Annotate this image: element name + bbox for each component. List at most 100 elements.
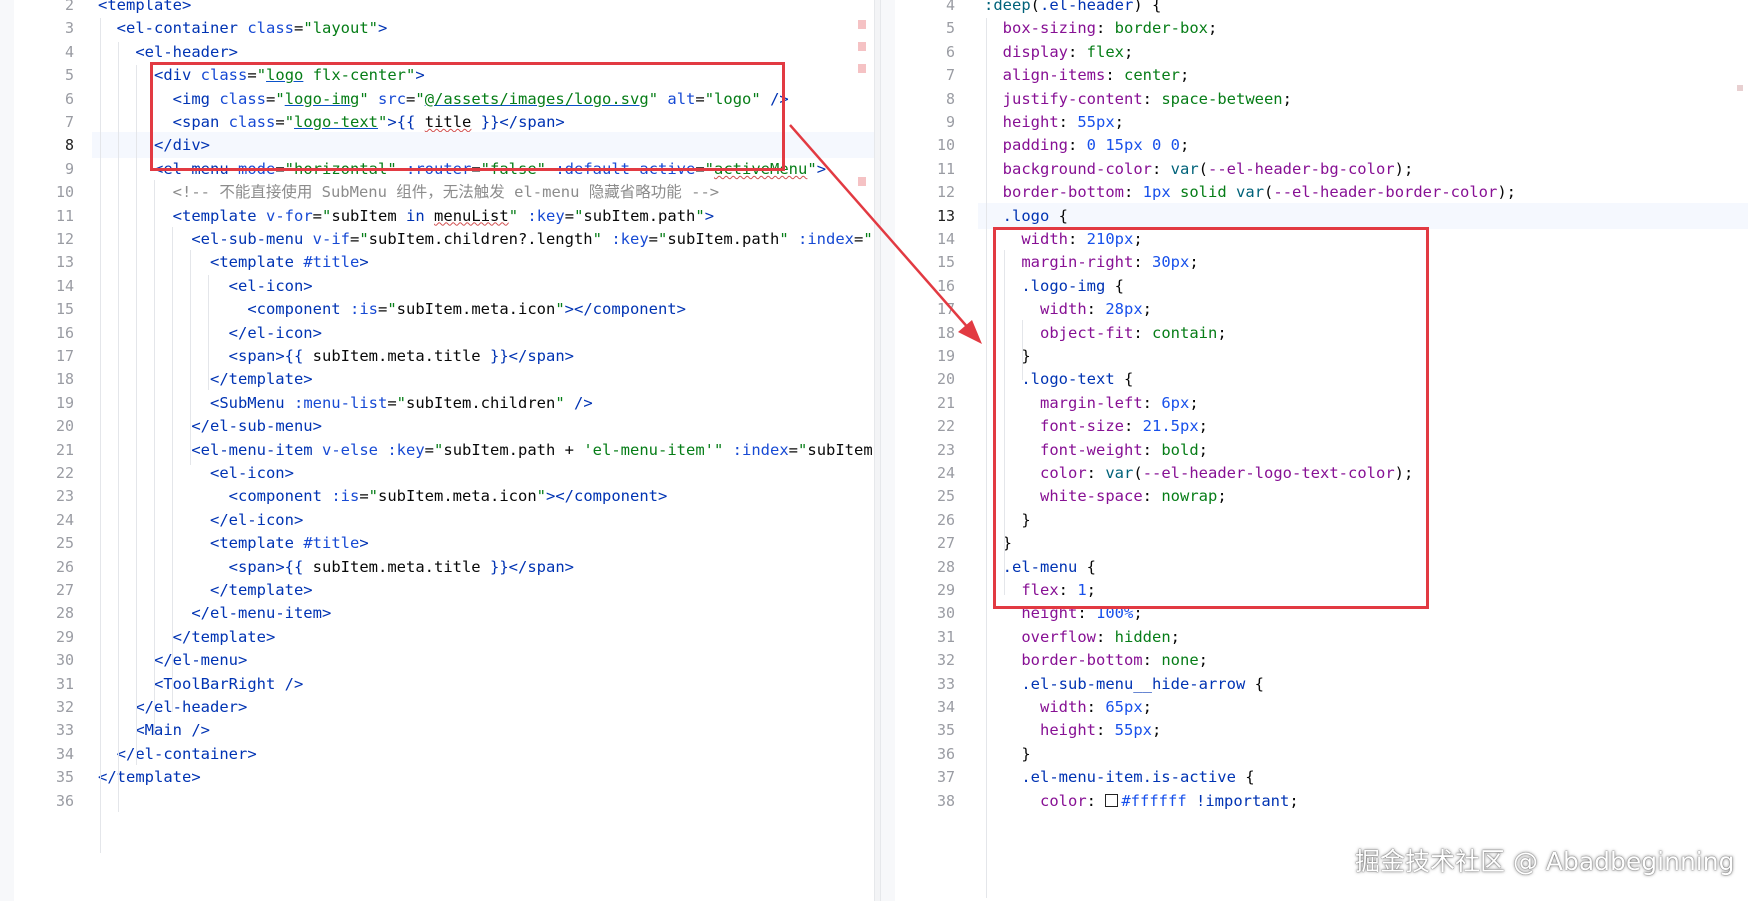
code-line[interactable]: <component :is="subItem.meta.icon"></com…	[98, 296, 686, 322]
line-number: 29	[936, 581, 955, 599]
code-line[interactable]: <el-container class="layout">	[98, 15, 388, 41]
code-line[interactable]: </template>	[98, 624, 276, 650]
error-stripe-marker[interactable]	[858, 64, 866, 73]
code-line[interactable]: </el-icon>	[98, 320, 322, 346]
line-number: 14	[936, 230, 955, 248]
code-line[interactable]: <el-icon>	[98, 460, 294, 486]
code-line[interactable]: height: 55px;	[984, 717, 1161, 743]
code-line[interactable]: .logo-text {	[984, 366, 1133, 392]
line-number: 4	[64, 42, 74, 61]
line-number: 7	[64, 113, 74, 131]
code-line[interactable]: padding: 0 15px 0 0;	[984, 132, 1190, 158]
code-line[interactable]: height: 55px;	[984, 109, 1124, 135]
code-line[interactable]: <img class="logo-img" src="@/assets/imag…	[98, 86, 789, 112]
code-line[interactable]: .el-sub-menu__hide-arrow {	[984, 671, 1264, 697]
code-line[interactable]: margin-left: 6px;	[984, 390, 1199, 416]
code-line[interactable]: .el-menu {	[984, 554, 1096, 580]
code-line[interactable]: <div class="logo flx-center">	[98, 62, 425, 88]
code-line[interactable]: }	[984, 343, 1030, 369]
code-line[interactable]: <!-- 不能直接使用 SubMenu 组件，无法触发 el-menu 隐藏省略…	[98, 179, 719, 205]
code-line[interactable]: }	[984, 507, 1030, 533]
code-line[interactable]: <template #title>	[98, 249, 369, 275]
code-line[interactable]: <component :is="subItem.meta.icon"></com…	[98, 483, 668, 509]
code-line[interactable]: <template v-for="subItem in menuList" :k…	[98, 203, 714, 229]
code-line[interactable]: </el-sub-menu>	[98, 413, 322, 439]
code-line[interactable]: box-sizing: border-box;	[984, 15, 1218, 41]
code-line[interactable]: object-fit: contain;	[984, 320, 1227, 346]
pane-splitter[interactable]	[874, 0, 881, 901]
code-line[interactable]: width: 65px;	[984, 694, 1152, 720]
line-number: 27	[936, 534, 955, 553]
code-line[interactable]: font-weight: bold;	[984, 437, 1208, 463]
code-line[interactable]: width: 210px;	[984, 226, 1142, 252]
code-line[interactable]: color: var(--el-header-logo-text-color);	[984, 460, 1413, 486]
code-line[interactable]: .logo {	[978, 202, 1748, 229]
code-line[interactable]: flex: 1;	[984, 577, 1096, 603]
right-code-area[interactable]: :deep(.el-header) { box-sizing: border-b…	[978, 0, 1748, 901]
error-stripe-marker[interactable]	[858, 20, 866, 29]
scroll-indicator[interactable]	[1737, 85, 1743, 91]
line-number: 27	[55, 581, 74, 599]
code-line[interactable]: </el-icon>	[98, 507, 303, 533]
code-line[interactable]: border-bottom: none;	[984, 647, 1208, 673]
code-line[interactable]: <span>{{ subItem.meta.title }}</span>	[98, 343, 574, 369]
line-number: 26	[55, 557, 74, 576]
code-line[interactable]: <el-menu-item v-else :key="subItem.path …	[98, 437, 874, 463]
error-stripe-marker[interactable]	[858, 42, 866, 51]
line-number: 17	[55, 347, 74, 365]
line-number: 6	[64, 89, 74, 108]
code-line[interactable]: justify-content: space-between;	[984, 86, 1292, 112]
code-line[interactable]: </el-menu-item>	[98, 600, 331, 626]
code-line[interactable]: </div>	[92, 132, 874, 159]
code-line[interactable]: </el-container>	[98, 741, 257, 767]
code-line[interactable]: white-space: nowrap;	[984, 483, 1227, 509]
code-line[interactable]: .el-menu-item.is-active {	[984, 764, 1254, 790]
line-number: 36	[936, 744, 955, 763]
indent-guide	[172, 227, 173, 712]
line-number: 23	[936, 440, 955, 459]
code-line[interactable]: margin-right: 30px;	[984, 249, 1198, 275]
line-number: 34	[936, 698, 955, 716]
line-number: 37	[936, 768, 955, 787]
error-stripe-marker[interactable]	[858, 177, 866, 186]
line-number: 36	[55, 791, 74, 810]
line-number: 21	[55, 440, 74, 459]
indent-guide	[190, 250, 191, 465]
line-number: 13	[55, 253, 74, 272]
line-number: 33	[55, 721, 74, 740]
code-line[interactable]: </template>	[98, 764, 201, 790]
right-editor-pane[interactable]: 4 5 6 7 8 9 10 11 12 13 14 15 16 17 18 19 20 21 22 23 24 25 26…	[881, 0, 1748, 901]
line-number: 20	[936, 370, 955, 389]
line-number: 14	[55, 276, 74, 295]
left-code-area[interactable]: <template> <el-container class="layout">…	[92, 0, 874, 901]
code-line[interactable]: <el-menu mode="horizontal" :router="fals…	[98, 156, 826, 182]
code-line[interactable]: <template #title>	[98, 530, 369, 556]
line-number: 22	[55, 464, 74, 482]
code-line[interactable]: height: 100%;	[984, 600, 1142, 626]
code-line[interactable]: align-items: center;	[984, 62, 1190, 88]
line-number: 18	[55, 370, 74, 389]
code-line[interactable]: <span class="logo-text">{{ title }}</spa…	[98, 109, 565, 135]
code-line[interactable]: }	[984, 530, 1012, 556]
line-number: 13	[936, 206, 955, 225]
code-line[interactable]: width: 28px;	[984, 296, 1152, 322]
code-line[interactable]: display: flex;	[984, 39, 1134, 65]
code-line[interactable]: </template>	[98, 577, 313, 603]
code-line[interactable]: color: #ffffff !important;	[984, 788, 1299, 814]
left-editor-pane[interactable]: 2 3 4 5 6 7 8 9 10 11 12 13 14 15 16 17 18 19 20 21 22 23 24 25…	[0, 0, 874, 901]
code-line[interactable]: font-size: 21.5px;	[984, 413, 1208, 439]
code-line[interactable]: .logo-img {	[984, 273, 1124, 299]
line-number: 19	[55, 393, 74, 412]
code-line[interactable]: background-color: var(--el-header-bg-col…	[984, 156, 1414, 182]
code-line[interactable]: border-bottom: 1px solid var(--el-header…	[984, 179, 1516, 205]
code-line[interactable]: overflow: hidden;	[984, 624, 1180, 650]
code-line[interactable]: <ToolBarRight />	[98, 671, 303, 697]
line-number: 25	[936, 487, 955, 506]
code-line[interactable]: <el-icon>	[98, 273, 313, 299]
code-line[interactable]: <span>{{ subItem.meta.title }}</span>	[98, 554, 574, 580]
line-number: 24	[936, 464, 955, 482]
code-line[interactable]: }	[984, 741, 1030, 767]
code-line[interactable]: <el-sub-menu v-if="subItem.children?.len…	[98, 226, 874, 252]
code-line[interactable]: </template>	[98, 366, 313, 392]
line-number: 6	[945, 42, 955, 61]
